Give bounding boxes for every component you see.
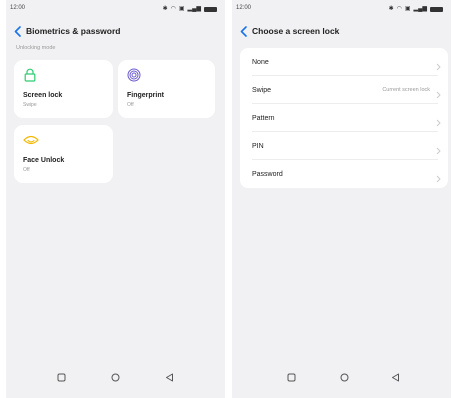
signal-icon: ▂▄▆ — [187, 6, 201, 12]
chevron-right-icon — [436, 86, 441, 99]
battery-icon — [204, 6, 217, 12]
back-icon[interactable] — [162, 370, 176, 384]
face-icon — [23, 133, 39, 147]
chevron-right-icon — [436, 170, 441, 183]
back-arrow-icon[interactable] — [238, 25, 248, 37]
battery-icon — [430, 6, 443, 12]
option-label: Swipe — [252, 86, 272, 94]
screen-lock-options-list: None Swipe Current screen lock Pattern P… — [240, 48, 448, 188]
status-time: 12:00 — [10, 5, 26, 11]
bluetooth-icon: ✱ — [388, 6, 394, 12]
back-arrow-icon[interactable] — [12, 25, 22, 37]
nfc-icon: ▣ — [404, 6, 411, 12]
tile-subtitle: Off — [23, 167, 30, 173]
page-title: Choose a screen lock — [252, 26, 340, 36]
option-pattern[interactable]: Pattern — [240, 104, 448, 132]
option-label: None — [252, 58, 269, 66]
option-none[interactable]: None — [240, 48, 448, 76]
option-label: Pattern — [252, 114, 275, 122]
chevron-right-icon — [436, 142, 441, 155]
status-bar: 12:00 ✱ ◠ ▣ ▂▄▆ — [236, 5, 443, 15]
recent-apps-icon[interactable] — [54, 370, 68, 384]
header: Choose a screen lock — [238, 23, 443, 39]
choose-screen-lock-screen: 12:00 ✱ ◠ ▣ ▂▄▆ Choose a screen lock Non… — [232, 0, 451, 398]
recent-apps-icon[interactable] — [284, 370, 298, 384]
section-label: Unlocking mode — [16, 45, 56, 51]
back-icon[interactable] — [388, 370, 402, 384]
tile-title: Face Unlock — [23, 157, 65, 164]
signal-icon: ▂▄▆ — [413, 6, 427, 12]
page-title: Biometrics & password — [26, 26, 121, 36]
wifi-icon: ◠ — [396, 6, 402, 12]
tile-subtitle: Swipe — [23, 102, 37, 108]
status-time: 12:00 — [236, 5, 252, 11]
option-password[interactable]: Password — [240, 160, 448, 188]
nfc-icon: ▣ — [178, 6, 185, 12]
home-icon[interactable] — [108, 370, 122, 384]
status-bar: 12:00 ✱ ◠ ▣ ▂▄▆ — [10, 5, 217, 15]
option-swipe[interactable]: Swipe Current screen lock — [240, 76, 448, 104]
tile-subtitle: Off — [127, 102, 134, 108]
navigation-bar — [6, 370, 225, 384]
home-icon[interactable] — [337, 370, 351, 384]
wifi-icon: ◠ — [170, 6, 176, 12]
fingerprint-tile[interactable]: Fingerprint Off — [118, 60, 215, 118]
tile-title: Fingerprint — [127, 92, 164, 99]
bluetooth-icon: ✱ — [162, 6, 168, 12]
option-label: PIN — [252, 142, 264, 150]
biometrics-screen: 12:00 ✱ ◠ ▣ ▂▄▆ Biometrics & password Un… — [6, 0, 225, 398]
option-pin[interactable]: PIN — [240, 132, 448, 160]
chevron-right-icon — [436, 114, 441, 127]
lock-icon — [23, 68, 37, 82]
current-lock-badge: Current screen lock — [382, 87, 430, 93]
navigation-bar — [232, 370, 451, 384]
tile-title: Screen lock — [23, 92, 63, 99]
option-label: Password — [252, 170, 283, 178]
fingerprint-icon — [127, 68, 141, 82]
chevron-right-icon — [436, 58, 441, 71]
header: Biometrics & password — [12, 23, 217, 39]
screen-lock-tile[interactable]: Screen lock Swipe — [14, 60, 113, 118]
face-unlock-tile[interactable]: Face Unlock Off — [14, 125, 113, 183]
